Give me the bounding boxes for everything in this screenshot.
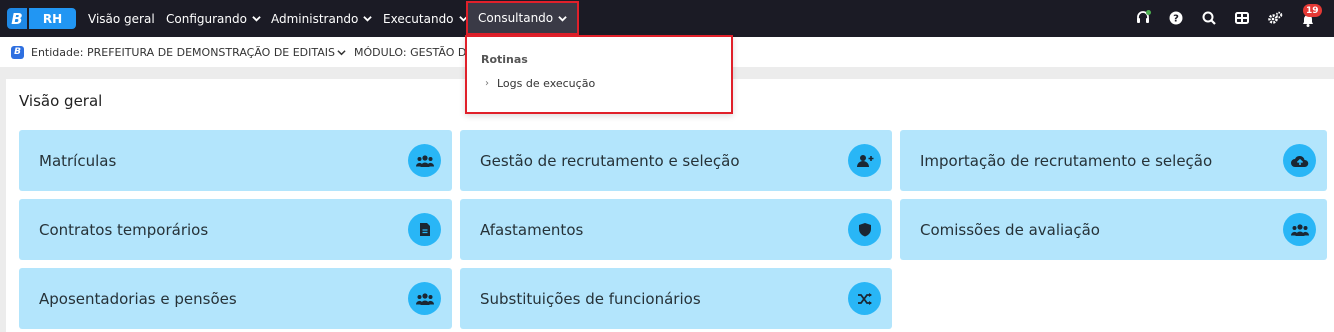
entity-selector[interactable]: Entidade: PREFEITURA DE DEMONSTRAÇÃO DE … <box>31 46 335 59</box>
chevron-down-icon[interactable] <box>337 48 346 57</box>
card-contratos-temporarios[interactable]: Contratos temporários <box>19 199 452 260</box>
overview-panel: Visão geral Matrículas Gestão de recruta… <box>6 79 1334 332</box>
apps-icon[interactable] <box>1234 10 1250 26</box>
card-afastamentos[interactable]: Afastamentos <box>460 199 892 260</box>
consultando-dropdown: Rotinas › Logs de execução <box>465 35 733 114</box>
card-label: Afastamentos <box>480 220 584 239</box>
page-title: Visão geral <box>19 92 103 110</box>
svg-text:?: ? <box>1173 14 1179 25</box>
menu-item-label: Logs de execução <box>497 77 596 90</box>
card-label: Contratos temporários <box>39 220 209 239</box>
users-icon <box>408 282 441 315</box>
nav-administrando[interactable]: Administrando <box>271 0 373 37</box>
nav-label: Executando <box>383 11 454 26</box>
dropdown-heading: Rotinas <box>481 53 528 66</box>
cloud-upload-icon <box>1283 144 1316 177</box>
app-logo[interactable]: B RH <box>7 8 76 29</box>
settings-icon[interactable] <box>1267 10 1283 26</box>
notification-count-badge: 19 <box>1303 4 1322 17</box>
search-icon[interactable] <box>1201 10 1217 26</box>
users-icon <box>408 144 441 177</box>
nav-visao-geral[interactable]: Visão geral <box>88 0 155 37</box>
help-icon[interactable]: ? <box>1168 10 1184 26</box>
menu-item-logs-execucao[interactable]: › Logs de execução <box>485 77 595 90</box>
card-substituicoes-funcionarios[interactable]: Substituições de funcionários <box>460 268 892 329</box>
user-plus-icon <box>848 144 881 177</box>
card-importacao-recrutamento[interactable]: Importação de recrutamento e seleção <box>900 130 1327 191</box>
card-comissoes-avaliacao[interactable]: Comissões de avaliação <box>900 199 1327 260</box>
card-label: Gestão de recrutamento e seleção <box>480 151 740 170</box>
users-icon <box>1283 213 1316 246</box>
nav-consultando[interactable]: Consultando <box>466 1 580 35</box>
nav-label: Configurando <box>166 11 247 26</box>
nav-label: Visão geral <box>88 11 155 26</box>
chevron-down-icon <box>252 16 261 22</box>
card-aposentadorias-pensoes[interactable]: Aposentadorias e pensões <box>19 268 452 329</box>
card-label: Matrículas <box>39 151 117 170</box>
chevron-down-icon <box>558 15 567 22</box>
headset-icon[interactable] <box>1135 10 1151 26</box>
card-matriculas[interactable]: Matrículas <box>19 130 452 191</box>
product-name: RH <box>29 8 76 29</box>
card-label: Comissões de avaliação <box>920 220 1100 239</box>
nav-executando[interactable]: Executando <box>383 0 468 37</box>
card-label: Importação de recrutamento e seleção <box>920 151 1213 170</box>
brand-letter: B <box>7 8 27 29</box>
shuffle-icon <box>848 282 881 315</box>
chevron-right-icon: › <box>485 78 489 89</box>
card-label: Aposentadorias e pensões <box>39 289 237 308</box>
top-navbar: B RH Visão geral Configurando Administra… <box>0 0 1334 37</box>
nav-configurando[interactable]: Configurando <box>166 0 261 37</box>
chevron-down-icon <box>363 16 373 22</box>
shield-icon <box>848 213 881 246</box>
card-gestao-recrutamento[interactable]: Gestão de recrutamento e seleção <box>460 130 892 191</box>
nav-label: Administrando <box>271 11 359 26</box>
card-label: Substituições de funcionários <box>480 289 701 308</box>
entity-logo: B <box>11 45 24 59</box>
nav-label: Consultando <box>478 11 554 25</box>
file-icon <box>408 213 441 246</box>
